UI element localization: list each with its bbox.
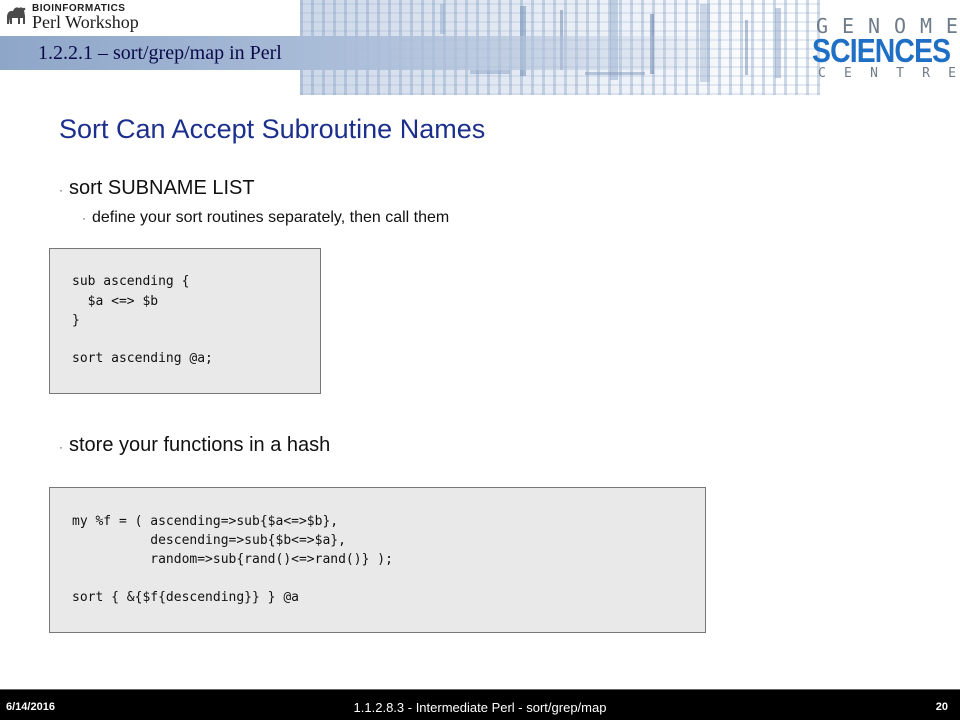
code-block-sort-subroutine: sub ascending { $a <=> $b } sort ascendi… — [49, 248, 321, 394]
logo-letter: C — [818, 66, 826, 81]
slide-header: BIOINFORMATICS Perl Workshop 1.2.2.1 – s… — [0, 0, 960, 95]
logo-centre-text: C E N T R E — [818, 66, 956, 81]
bullet-item: · sort SUBNAME LIST — [59, 177, 255, 200]
code-line: descending=>sub{$b<=>$a}, — [72, 533, 346, 548]
bullet-dot-icon: · — [82, 211, 86, 225]
bullet-text: store your functions in a hash — [69, 434, 331, 456]
sub-bullet-item: · define your sort routines separately, … — [82, 209, 449, 227]
code-line: } — [72, 313, 80, 328]
perl-workshop-logo: BIOINFORMATICS Perl Workshop — [4, 2, 154, 36]
bullet-dot-icon: · — [59, 440, 63, 454]
logo-letter: E — [948, 66, 956, 81]
footer-course-title: 1.1.2.8.3 - Intermediate Perl - sort/gre… — [353, 700, 607, 715]
camel-logo-icon — [7, 7, 26, 24]
logo-letter: R — [922, 66, 930, 81]
bullet-text: define your sort routines separately, th… — [92, 209, 450, 226]
logo-letter: E — [844, 66, 852, 81]
code-line: sort ascending @a; — [72, 351, 213, 366]
bullet-item: · store your functions in a hash — [59, 434, 330, 457]
logo-letter: N — [870, 66, 878, 81]
code-line: my %f = ( ascending=>sub{$a<=>$b}, — [72, 514, 339, 529]
bullet-text: sort SUBNAME LIST — [69, 177, 255, 199]
logo-big-text: Perl Workshop — [32, 12, 139, 32]
code-block-function-hash: my %f = ( ascending=>sub{$a<=>$b}, desce… — [49, 487, 706, 633]
code-line: sub ascending { — [72, 274, 190, 289]
code-line: $a <=> $b — [72, 294, 159, 309]
code-line: sort { &{$f{descending}} } @a — [72, 590, 299, 605]
slide-title: Sort Can Accept Subroutine Names — [59, 114, 486, 144]
logo-sciences-text: SCIENCES — [812, 32, 951, 69]
genome-sciences-centre-logo: G E N O M E SCIENCES C E N T R E — [810, 14, 958, 84]
page-number: 20 — [935, 701, 948, 713]
logo-letter: T — [896, 66, 904, 81]
slide-footer: 6/14/2016 1.1.2.8.3 - Intermediate Perl … — [0, 690, 960, 720]
lecture-title: 1.2.2.1 – sort/grep/map in Perl — [38, 42, 282, 64]
bullet-dot-icon: · — [59, 183, 63, 197]
code-line: random=>sub{rand()<=>rand()} ); — [72, 552, 393, 567]
